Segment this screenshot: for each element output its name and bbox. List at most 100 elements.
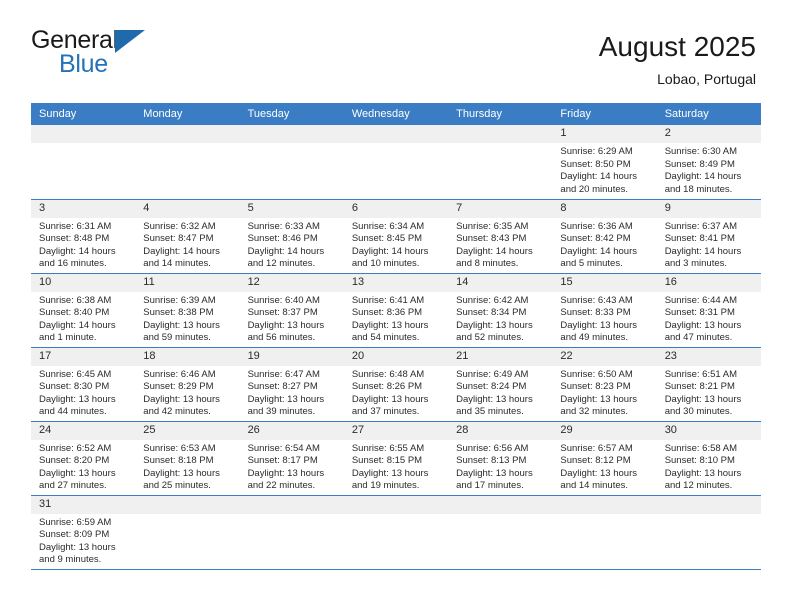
day-details: Sunrise: 6:54 AM Sunset: 8:17 PM Daylight:…: [240, 440, 344, 493]
sunrise-text: Sunrise: 6:29 AM: [560, 146, 633, 157]
day-details: Sunrise: 6:35 AM Sunset: 8:43 PM Daylight:…: [448, 218, 552, 271]
daylight-text: Daylight: 13 hours and 54 minutes.: [351, 319, 429, 344]
day-number: 20: [343, 347, 449, 366]
sunset-text: Sunset: 8:12 PM: [560, 455, 631, 467]
calendar-day-cell[interactable]: 3 Sunrise: 6:31 AM Sunset: 8:48 PM Daylight…: [31, 199, 136, 274]
sunrise-text: Sunrise: 6:54 AM: [247, 442, 320, 454]
sunset-text: Sunset: 8:43 PM: [456, 233, 527, 245]
title-block: August 2025 Lobao, Portugal: [599, 28, 756, 90]
day-number: 17: [31, 347, 136, 366]
sunset-text: Sunset: 8:42 PM: [560, 233, 631, 245]
day-details: Sunrise: 6:59 AM Sunset: 8:09 PM Daylight:…: [31, 514, 135, 567]
day-details: Sunrise: 6:34 AM Sunset: 8:45 PM Daylight:…: [344, 218, 448, 271]
sunset-text: Sunset: 8:50 PM: [560, 158, 631, 170]
sunrise-text: Sunrise: 6:53 AM: [143, 442, 216, 454]
daylight-text: Daylight: 13 hours and 35 minutes.: [456, 393, 533, 418]
day-number: 25: [135, 421, 240, 440]
sunrise-text: Sunrise: 6:59 AM: [39, 516, 112, 528]
sunrise-text: Sunrise: 6:37 AM: [664, 220, 738, 232]
calendar-day-cell[interactable]: 16 Sunrise: 6:44 AM Sunset: 8:31 PM Dayligh…: [656, 273, 761, 348]
sunset-text: Sunset: 8:27 PM: [247, 381, 318, 393]
day-number: 31: [31, 495, 136, 514]
calendar-day-cell[interactable]: 20 Sunrise: 6:48 AM Sunset: 8:26 PM Dayligh…: [343, 347, 449, 422]
calendar-day-cell[interactable]: 17 Sunrise: 6:45 AM Sunset: 8:30 PM Dayligh…: [31, 347, 136, 422]
calendar-week-row: 31 Sunrise: 6:59 AM Sunset: 8:09 PM Dayligh…: [31, 495, 761, 570]
day-details: Sunrise: 6:37 AM Sunset: 8:41 PM Daylight:…: [657, 218, 761, 271]
calendar-day-cell[interactable]: 9 Sunrise: 6:37 AM Sunset: 8:41 PM Daylight…: [656, 199, 761, 274]
weekday-header-tuesday: Tuesday: [239, 103, 344, 125]
calendar-day-cell-empty: [448, 125, 553, 200]
day-number: 30: [656, 421, 761, 440]
daylight-text: Daylight: 13 hours and 56 minutes.: [247, 319, 325, 344]
sunrise-text: Sunrise: 6:48 AM: [351, 368, 425, 380]
sunset-text: Sunset: 8:15 PM: [351, 455, 423, 467]
calendar-day-cell[interactable]: 8 Sunrise: 6:36 AM Sunset: 8:42 PM Daylight…: [552, 199, 657, 274]
day-number: [31, 125, 136, 143]
sunset-text: Sunset: 8:13 PM: [456, 455, 527, 467]
day-number: [343, 495, 449, 514]
calendar-day-cell[interactable]: 5 Sunrise: 6:33 AM Sunset: 8:46 PM Daylight…: [239, 199, 344, 274]
calendar-day-cell-empty: [656, 495, 761, 570]
calendar-day-cell[interactable]: 30 Sunrise: 6:58 AM Sunset: 8:10 PM Dayligh…: [656, 421, 761, 496]
day-number: 11: [135, 273, 240, 292]
day-number: 26: [239, 421, 344, 440]
calendar-day-cell[interactable]: 15 Sunrise: 6:43 AM Sunset: 8:33 PM Dayligh…: [552, 273, 657, 348]
sunrise-text: Sunrise: 6:56 AM: [456, 442, 529, 454]
day-details: Sunrise: 6:29 AM Sunset: 8:50 PM Daylight:…: [552, 143, 656, 196]
day-details: Sunrise: 6:36 AM Sunset: 8:42 PM Daylight:…: [552, 218, 656, 271]
sunrise-text: Sunrise: 6:50 AM: [560, 368, 633, 380]
day-number: [343, 125, 449, 143]
calendar-day-cell[interactable]: 29 Sunrise: 6:57 AM Sunset: 8:12 PM Dayligh…: [552, 421, 657, 496]
day-details: Sunrise: 6:52 AM Sunset: 8:20 PM Daylight:…: [31, 440, 135, 493]
calendar-day-cell[interactable]: 13 Sunrise: 6:41 AM Sunset: 8:36 PM Dayligh…: [343, 273, 449, 348]
daylight-text: Daylight: 13 hours and 59 minutes.: [143, 319, 220, 344]
calendar-day-cell[interactable]: 11 Sunrise: 6:39 AM Sunset: 8:38 PM Dayligh…: [135, 273, 240, 348]
calendar-day-cell-empty: [343, 495, 449, 570]
calendar-day-cell[interactable]: 24 Sunrise: 6:52 AM Sunset: 8:20 PM Dayligh…: [31, 421, 136, 496]
sunset-text: Sunset: 8:24 PM: [456, 381, 527, 393]
day-details: Sunrise: 6:45 AM Sunset: 8:30 PM Daylight:…: [31, 366, 135, 419]
logo-triangle-icon: [115, 30, 145, 53]
page-subtitle: Lobao, Portugal: [657, 71, 756, 87]
calendar-day-cell[interactable]: 22 Sunrise: 6:50 AM Sunset: 8:23 PM Dayligh…: [552, 347, 657, 422]
calendar-day-cell[interactable]: 18 Sunrise: 6:46 AM Sunset: 8:29 PM Dayligh…: [135, 347, 240, 422]
daylight-text: Daylight: 14 hours and 20 minutes.: [560, 171, 637, 195]
calendar-day-cell[interactable]: 1 Sunrise: 6:29 AM Sunset: 8:50 PM Daylight…: [552, 125, 657, 200]
day-number: 24: [31, 421, 136, 440]
day-number: 4: [135, 199, 240, 218]
calendar-day-cell[interactable]: 23 Sunrise: 6:51 AM Sunset: 8:21 PM Dayligh…: [656, 347, 761, 422]
sunrise-text: Sunrise: 6:38 AM: [39, 294, 112, 306]
calendar-day-cell[interactable]: 2 Sunrise: 6:30 AM Sunset: 8:49 PM Daylight…: [656, 125, 761, 200]
calendar-day-cell[interactable]: 26 Sunrise: 6:54 AM Sunset: 8:17 PM Dayligh…: [239, 421, 344, 496]
daylight-text: Daylight: 13 hours and 47 minutes.: [664, 319, 742, 344]
calendar-week-row: 1 Sunrise: 6:29 AM Sunset: 8:50 PM Daylight…: [31, 125, 761, 200]
calendar-day-cell[interactable]: 19 Sunrise: 6:47 AM Sunset: 8:27 PM Dayligh…: [239, 347, 344, 422]
calendar-day-cell[interactable]: 21 Sunrise: 6:49 AM Sunset: 8:24 PM Dayligh…: [448, 347, 553, 422]
daylight-text: Daylight: 14 hours and 14 minutes.: [143, 245, 220, 270]
calendar-day-cell[interactable]: 12 Sunrise: 6:40 AM Sunset: 8:37 PM Dayligh…: [239, 273, 344, 348]
calendar-day-cell[interactable]: 27 Sunrise: 6:55 AM Sunset: 8:15 PM Dayligh…: [343, 421, 449, 496]
day-number: 12: [239, 273, 344, 292]
daylight-text: Daylight: 13 hours and 30 minutes.: [664, 393, 742, 418]
day-details: Sunrise: 6:41 AM Sunset: 8:36 PM Daylight:…: [344, 292, 448, 345]
day-number: [552, 495, 657, 514]
calendar-day-cell[interactable]: 31 Sunrise: 6:59 AM Sunset: 8:09 PM Dayligh…: [31, 495, 136, 570]
calendar-day-cell[interactable]: 6 Sunrise: 6:34 AM Sunset: 8:45 PM Daylight…: [343, 199, 449, 274]
calendar-day-cell[interactable]: 14 Sunrise: 6:42 AM Sunset: 8:34 PM Dayligh…: [448, 273, 553, 348]
calendar-day-cell[interactable]: 25 Sunrise: 6:53 AM Sunset: 8:18 PM Dayligh…: [135, 421, 240, 496]
page-title: August 2025: [598, 31, 756, 62]
calendar-day-cell-empty: [239, 125, 344, 200]
calendar-day-cell[interactable]: 28 Sunrise: 6:56 AM Sunset: 8:13 PM Dayligh…: [448, 421, 553, 496]
day-details: Sunrise: 6:40 AM Sunset: 8:37 PM Daylight:…: [240, 292, 344, 345]
calendar-day-cell-empty: [343, 125, 449, 200]
calendar-day-cell[interactable]: 7 Sunrise: 6:35 AM Sunset: 8:43 PM Daylight…: [448, 199, 553, 274]
day-details: Sunrise: 6:43 AM Sunset: 8:33 PM Daylight:…: [552, 292, 656, 345]
sunset-text: Sunset: 8:38 PM: [143, 307, 214, 319]
calendar-week-row: 24 Sunrise: 6:52 AM Sunset: 8:20 PM Dayligh…: [31, 421, 761, 496]
day-number: 28: [448, 421, 553, 440]
daylight-text: Daylight: 13 hours and 9 minutes.: [39, 541, 116, 566]
day-details: Sunrise: 6:49 AM Sunset: 8:24 PM Daylight:…: [448, 366, 552, 419]
calendar-day-cell[interactable]: 10 Sunrise: 6:38 AM Sunset: 8:40 PM Dayligh…: [31, 273, 136, 348]
calendar-day-cell[interactable]: 4 Sunrise: 6:32 AM Sunset: 8:47 PM Daylight…: [135, 199, 240, 274]
weekday-header-wednesday: Wednesday: [343, 103, 449, 125]
